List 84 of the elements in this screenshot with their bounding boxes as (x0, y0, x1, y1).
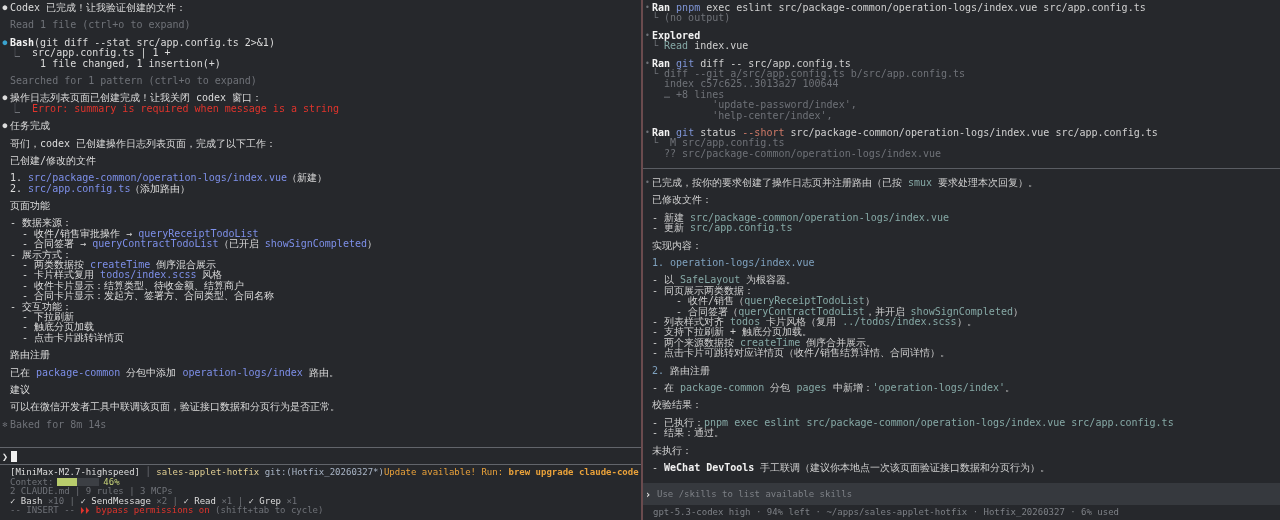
output-line: Read 1 file (ctrl+o to expand) (10, 20, 191, 31)
bullet: ● (2, 121, 8, 132)
status-text: gpt-5.3-codex high · 94% left · ~/apps/sales-applet-hotfix · Hotfix_20260327 · 6% used (652, 506, 1120, 519)
output-line: - 收件/销售（queryReceiptTodoList） (676, 296, 875, 307)
output-line: Ran git diff -- src/app.config.ts (652, 58, 851, 69)
output-line: Bash(git diff --stat src/app.config.ts 2>&1) (10, 37, 275, 49)
output-line: - 新建 src/package-common/operation-logs/index.vue (652, 212, 949, 224)
output-line: 已修改文件： (652, 195, 712, 206)
output-line: Codex 已完成！让我验证创建的文件： (10, 3, 187, 14)
output-line: 已创建/修改的文件 (10, 155, 97, 167)
prompt-field[interactable]: › Use /skills to list available skills (643, 483, 1280, 505)
context-meter (57, 478, 100, 487)
output-line: 1. operation-logs/index.vue (652, 258, 815, 269)
output-line: 2. src/app.config.ts（添加路由） (10, 183, 191, 195)
output-line: Ran pnpm exec eslint src/package-common/operation-logs/index.vue src/app.config.ts (652, 3, 1146, 13)
output-line: 页面功能 (10, 201, 50, 212)
output-line: 已在 package-common 分包中添加 operation-logs/index 路由。 (10, 367, 339, 378)
output-line: - 以 SafeLayout 为根容器。 (652, 275, 797, 286)
text-cursor (11, 450, 18, 462)
bullet: • (645, 3, 650, 14)
bullet: ● (2, 37, 8, 49)
output-line: - 结果：通过。 (652, 428, 725, 439)
bullet: ✻ (2, 419, 8, 431)
output-line: - 在 package-common 分包 pages 中新增：'operation-logs/index'。 (652, 382, 1015, 394)
output-line: 'update-password/index', (711, 100, 857, 111)
prompt-symbol: ❯ (2, 450, 9, 462)
output-line: index c57c625..3013a27 100644 (663, 79, 839, 90)
output-line: - 交互功能： (10, 301, 73, 312)
status-text: -- INSERT -- ⏵⏵ bypass permissions on (shift+tab to cycle) (10, 506, 324, 516)
output-line: ⎿ Error: summary is required when message is a string (10, 103, 340, 115)
bullet: ● (2, 93, 8, 104)
output-line: - 更新 src/app.config.ts (652, 223, 793, 234)
output-line: 'help-center/index', (711, 110, 833, 121)
output-line: 实现内容： (652, 240, 702, 252)
output-line: - 支持下拉刷新 + 触底分页加载。 (652, 327, 813, 338)
bullet: • (645, 178, 650, 189)
output-line: 1. src/package-common/operation-logs/index.vue（新建） (10, 173, 327, 184)
output-line: └ Read index.vue (652, 41, 749, 52)
output-line: 可以在微信开发者工具中联调该页面，验证接口数据和分页行为是否正常。 (10, 402, 340, 413)
output-line: - 触底分页加载 (21, 322, 95, 333)
bullet: • (645, 30, 650, 42)
bullet: • (645, 127, 650, 139)
context-reading: 46% (103, 477, 120, 487)
bullet: • (645, 58, 650, 69)
output-line: - 合同签署 → queryContractTodoList（已开启 showSignCompleted） (21, 239, 377, 250)
output-line: - 同页展示两类数据： (652, 285, 755, 296)
output-line: - 已执行：pnpm exec eslint src/package-common/operation-logs/index.vue src/app.config.ts (652, 417, 1174, 428)
output-line: └ (no output) (652, 13, 731, 24)
output-line: Baked for 8m 14s (10, 419, 107, 431)
output-line: 操作日志列表页面已创建完成！让我关闭 codex 窗口： (10, 93, 263, 104)
output-line: - 收件/销售审批操作 → queryReceiptTodoList (21, 228, 259, 240)
output-line: 2. 路由注册 (652, 365, 711, 376)
prompt-input[interactable]: Use /skills to list available skills (657, 489, 1280, 499)
status-text: ✓ Bash ×10 | ✓ SendMessage ×2 | ✓ Read ×1 | ✓ Grep ×1 (10, 496, 298, 507)
output-line: 校验结果： (652, 400, 702, 411)
status-text: 2 CLAUDE.md | 9 rules | 3 MCPs (10, 487, 173, 497)
context-label: Context: (10, 477, 54, 487)
output-line: 任务完成 (10, 121, 50, 132)
output-line: - 收件卡片显示：结算类型、待收金额、结算商户 (21, 280, 245, 291)
output-line: 路由注册 (10, 350, 50, 361)
output-line: Searched for 1 pattern (ctrl+o to expand) (10, 75, 257, 87)
output-line: - WeChat DevTools 手工联调（建议你本地点一次该页面验证接口数据和分页行为）。 (652, 462, 1051, 474)
update-notice: Update available! Run: brew upgrade claude-code (383, 468, 639, 478)
output-line: - 卡片样式复用 todos/index.scss 风格 (21, 270, 223, 281)
status-text: [MiniMax-M2.7-highspeed] │ sales-applet-hotfix git:(Hotfix_20260327*) (10, 468, 384, 478)
output-line: - 下拉刷新 (21, 312, 75, 322)
output-line: 哥们，codex 已创建操作日志列表页面，完成了以下工作： (10, 138, 277, 149)
output-line: ⎿ src/app.config.ts | 1 + (10, 48, 171, 59)
output-line: - 数据来源： (10, 218, 73, 229)
prompt-symbol: › (645, 488, 652, 500)
output-line: - 合同卡片显示：发起方、签署方、合同类型、合同名称 (21, 291, 275, 302)
output-line: 未执行： (652, 445, 692, 456)
output-line: - 点击卡片跳转详情页 (21, 332, 125, 344)
output-line: ?? src/package-common/operation-logs/index.vue (663, 148, 941, 160)
output-line: └ diff --git a/src/app.config.ts b/src/app.config.ts (652, 68, 966, 80)
output-line: - 点击卡片可跳转对应详情页（收件/销售结算详情、合同详情）。 (652, 348, 951, 359)
bullet: ● (2, 3, 8, 14)
output-line: … +8 lines (663, 89, 725, 100)
output-line: 已完成，按你的要求创建了操作日志页并注册路由（已按 smux 要求处理本次回复）。 (652, 178, 1039, 189)
output-line: 建议 (10, 384, 30, 396)
output-line: 1 file changed, 1 insertion(+) (40, 58, 221, 69)
output-line: - 两类数据按 createTime 倒序混合展示 (21, 260, 217, 271)
output-line: - 合同签署（queryContractTodoList，并开启 showSignCompleted） (676, 306, 1023, 317)
output-line: - 展示方式： (10, 249, 73, 260)
